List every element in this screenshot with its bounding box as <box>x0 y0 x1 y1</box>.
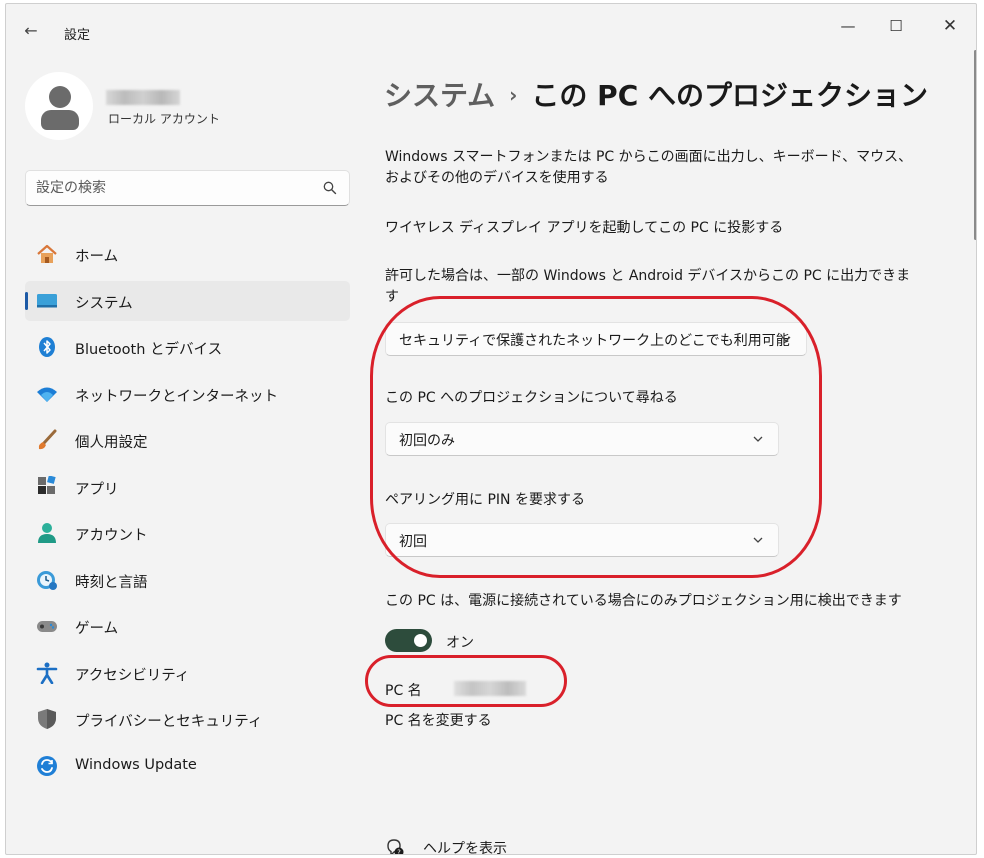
minimize-button[interactable]: — <box>828 12 868 40</box>
search-input[interactable] <box>36 177 306 199</box>
sidebar-item-label: システム <box>75 295 133 312</box>
maximize-button[interactable]: ☐ <box>876 12 916 40</box>
home-icon <box>35 243 59 265</box>
pc-name-label: PC 名 <box>385 683 422 699</box>
username-redacted <box>106 90 180 105</box>
sidebar-item-label: 個人用設定 <box>75 435 148 451</box>
search-box[interactable] <box>25 170 350 206</box>
dropdown-value: 初回のみ <box>399 433 455 449</box>
sidebar-item-network[interactable]: ネットワークとインターネット <box>25 374 350 414</box>
sidebar-item-label: Windows Update <box>75 756 197 773</box>
sidebar-item-system[interactable]: システム <box>25 280 350 321</box>
pin-label: ペアリング用に PIN を要求する <box>385 492 585 508</box>
sidebar-item-label: Bluetooth とデバイス <box>75 342 223 358</box>
chevron-down-icon <box>781 336 791 342</box>
chevron-down-icon <box>753 436 763 442</box>
wifi-icon <box>35 383 59 405</box>
toggle-state-label: オン <box>446 635 474 651</box>
gamepad-icon <box>35 615 59 637</box>
settings-window: ← 設定 — ☐ ✕ ローカル アカウント ホーム システム <box>5 3 977 855</box>
search-icon[interactable] <box>323 181 337 195</box>
title-bar: ← 設定 — ☐ ✕ <box>6 4 976 50</box>
sidebar-item-label: ゲーム <box>75 621 119 637</box>
ask-projection-label: この PC へのプロジェクションについて尋ねる <box>385 390 678 406</box>
description-projection: Windows スマートフォンまたは PC からこの画面に出力し、キーボード、マ… <box>385 149 913 186</box>
window-title: 設定 <box>64 28 91 43</box>
sidebar-item-personalization[interactable]: 個人用設定 <box>25 420 350 460</box>
apps-icon <box>35 475 59 498</box>
help-icon: ? <box>387 839 404 856</box>
get-help-link[interactable]: ヘルプを表示 <box>423 838 507 854</box>
system-icon <box>35 290 59 312</box>
description-wireless-display: ワイヤレス ディスプレイ アプリを起動してこの PC に投影する <box>385 220 784 236</box>
toggle-knob <box>414 634 427 647</box>
sidebar-item-time-language[interactable]: 時刻と言語 <box>25 560 350 600</box>
breadcrumb-parent[interactable]: システム <box>384 79 495 112</box>
update-icon <box>35 755 59 777</box>
close-button[interactable]: ✕ <box>930 12 970 40</box>
chevron-down-icon <box>753 537 763 543</box>
breadcrumb: システム › この PC へのプロジェクション <box>384 74 928 114</box>
bluetooth-icon <box>35 336 59 358</box>
sidebar-item-bluetooth[interactable]: Bluetooth とデバイス <box>25 327 350 367</box>
sidebar-item-label: アプリ <box>75 481 119 498</box>
sidebar-item-label: ネットワークとインターネット <box>75 388 278 405</box>
power-discovery-toggle[interactable] <box>385 629 432 652</box>
svg-text:?: ? <box>397 849 401 856</box>
sidebar-nav: ホーム システム Bluetooth とデバイス ネットワークとインターネット … <box>25 234 350 792</box>
account-icon <box>35 522 59 544</box>
rename-pc-link[interactable]: PC 名を変更する <box>385 710 492 730</box>
sidebar-item-privacy[interactable]: プライバシーとセキュリティ <box>25 699 350 739</box>
sidebar-item-accessibility[interactable]: アクセシビリティ <box>25 653 350 693</box>
sidebar-item-home[interactable]: ホーム <box>25 234 350 274</box>
chevron-right-icon: › <box>509 83 518 107</box>
sidebar-item-label: プライバシーとセキュリティ <box>75 714 263 730</box>
shield-icon <box>35 708 59 730</box>
accessibility-icon <box>35 662 59 684</box>
dropdown-value: セキュリティで保護されたネットワーク上のどこでも利用可能 <box>399 333 790 349</box>
description-permission: 許可した場合は、一部の Windows と Android デバイスからこの P… <box>385 268 911 305</box>
sidebar-item-accounts[interactable]: アカウント <box>25 513 350 553</box>
pc-name-redacted <box>454 681 526 696</box>
sidebar-item-label: ホーム <box>75 249 119 265</box>
arrow-left-icon: ← <box>24 21 38 40</box>
pin-dropdown[interactable]: 初回 <box>385 523 779 557</box>
sidebar-item-gaming[interactable]: ゲーム <box>25 606 350 646</box>
account-type-label: ローカル アカウント <box>108 112 220 126</box>
ask-projection-dropdown[interactable]: 初回のみ <box>385 422 779 456</box>
avatar[interactable] <box>25 72 93 140</box>
sidebar-item-label: アカウント <box>75 528 148 544</box>
clock-globe-icon <box>35 569 59 591</box>
sidebar-item-apps[interactable]: アプリ <box>25 467 350 507</box>
sidebar-item-label: アクセシビリティ <box>75 667 190 684</box>
sidebar-item-windows-update[interactable]: Windows Update <box>25 746 350 786</box>
sidebar-item-label: 時刻と言語 <box>75 574 148 591</box>
availability-dropdown[interactable]: セキュリティで保護されたネットワーク上のどこでも利用可能 <box>385 322 807 356</box>
back-button[interactable]: ← <box>20 20 42 42</box>
dropdown-value: 初回 <box>399 534 427 550</box>
power-discovery-label: この PC は、電源に接続されている場合にのみプロジェクション用に検出できます <box>385 593 902 609</box>
brush-icon <box>35 429 59 451</box>
page-title: この PC へのプロジェクション <box>531 79 928 112</box>
scrollbar[interactable] <box>974 50 976 240</box>
